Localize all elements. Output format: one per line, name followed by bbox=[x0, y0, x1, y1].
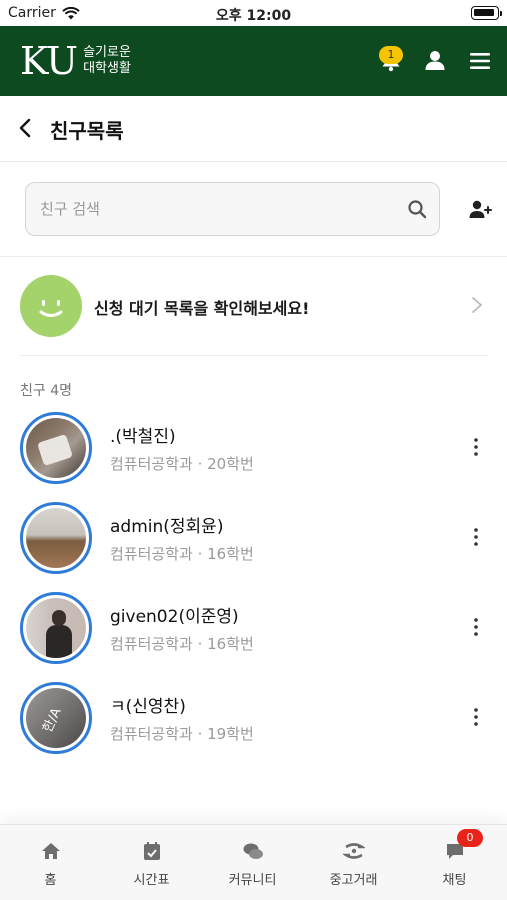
back-arrow-icon[interactable] bbox=[14, 116, 38, 140]
tab-label: 채팅 bbox=[442, 873, 467, 888]
friend-name: .(박철진) bbox=[110, 427, 176, 447]
tab-community[interactable]: 커뮤니티 bbox=[202, 825, 303, 900]
friend-name: ㅋ(신영찬) bbox=[110, 697, 186, 717]
smile-icon bbox=[20, 275, 82, 337]
logo-subtitle: 슬기로운 대학생활 bbox=[83, 45, 131, 77]
menu-icon[interactable] bbox=[467, 48, 493, 74]
tab-timetable[interactable]: 시간표 bbox=[101, 825, 202, 900]
avatar[interactable] bbox=[20, 412, 92, 484]
avatar-photo-text: 한/A bbox=[40, 705, 65, 735]
friend-meta: 컴퓨터공학과 · 19학번 bbox=[110, 725, 254, 743]
more-options-icon[interactable] bbox=[470, 706, 482, 728]
friend-name: given02(이준영) bbox=[110, 607, 239, 627]
avatar[interactable] bbox=[20, 592, 92, 664]
tab-label: 시간표 bbox=[133, 873, 170, 888]
section-divider bbox=[20, 355, 488, 356]
avatar-photo: 한/A bbox=[26, 688, 86, 748]
logo-sub-line2: 대학생활 bbox=[83, 61, 131, 76]
avatar-photo bbox=[26, 508, 86, 568]
notification-badge: 1 bbox=[379, 46, 403, 64]
avatar[interactable]: 한/A bbox=[20, 682, 92, 754]
page-title: 친구목록 bbox=[50, 119, 124, 143]
chevron-right-icon bbox=[472, 297, 483, 313]
search-icon[interactable] bbox=[407, 199, 427, 219]
app-logo[interactable]: KU 슬기로운 대학생활 bbox=[20, 39, 131, 83]
more-options-icon[interactable] bbox=[470, 436, 482, 458]
exchange-icon bbox=[343, 843, 365, 859]
logo-sub-line1: 슬기로운 bbox=[83, 45, 131, 60]
chat-bubbles-icon bbox=[243, 843, 263, 859]
tab-label: 중고거래 bbox=[329, 873, 378, 888]
calendar-icon bbox=[144, 842, 160, 860]
add-friend-icon[interactable] bbox=[468, 199, 492, 221]
more-options-icon[interactable] bbox=[470, 616, 482, 638]
app-header: KU 슬기로운 대학생활 bbox=[0, 26, 507, 96]
bottom-tab-bar: 홈 시간표 커뮤니티 중고거래 채팅 bbox=[0, 824, 507, 900]
chat-unread-badge: 0 bbox=[457, 829, 483, 847]
tab-home[interactable]: 홈 bbox=[0, 825, 101, 900]
tab-marketplace[interactable]: 중고거래 bbox=[303, 825, 404, 900]
logo-ku: KU bbox=[20, 39, 78, 83]
tab-label: 커뮤니티 bbox=[228, 873, 277, 888]
friend-name: admin(정회윤) bbox=[110, 517, 224, 537]
tab-chat[interactable]: 채팅 bbox=[404, 825, 505, 900]
avatar-photo bbox=[26, 418, 86, 478]
friend-search-input[interactable] bbox=[40, 183, 400, 235]
pending-requests-row[interactable]: 신청 대기 목록을 확인해보세요! bbox=[0, 257, 507, 355]
avatar[interactable] bbox=[20, 502, 92, 574]
friend-row[interactable]: 한/A ㅋ(신영찬) 컴퓨터공학과 · 19학번 bbox=[0, 678, 507, 768]
more-options-icon[interactable] bbox=[470, 526, 482, 548]
page-header: 친구목록 bbox=[0, 96, 507, 162]
friend-meta: 컴퓨터공학과 · 16학번 bbox=[110, 545, 254, 563]
friend-meta: 컴퓨터공학과 · 16학번 bbox=[110, 635, 254, 653]
status-time: 오후 12:00 bbox=[215, 8, 292, 24]
tab-label: 홈 bbox=[44, 873, 57, 888]
friend-row[interactable]: admin(정회윤) 컴퓨터공학과 · 16학번 bbox=[0, 498, 507, 588]
avatar-photo bbox=[26, 598, 86, 658]
profile-icon[interactable] bbox=[422, 48, 448, 74]
friend-row[interactable]: given02(이준영) 컴퓨터공학과 · 16학번 bbox=[0, 588, 507, 678]
friend-count: 친구 4명 bbox=[20, 383, 72, 399]
pending-requests-label: 신청 대기 목록을 확인해보세요! bbox=[94, 299, 310, 318]
friend-meta: 컴퓨터공학과 · 20학번 bbox=[110, 455, 254, 473]
status-bar: Carrier 오후 12:00 bbox=[0, 0, 507, 26]
battery-icon bbox=[471, 6, 502, 20]
friend-row[interactable]: .(박철진) 컴퓨터공학과 · 20학번 bbox=[0, 408, 507, 498]
friend-search-box[interactable] bbox=[25, 182, 440, 236]
home-icon bbox=[42, 843, 60, 859]
